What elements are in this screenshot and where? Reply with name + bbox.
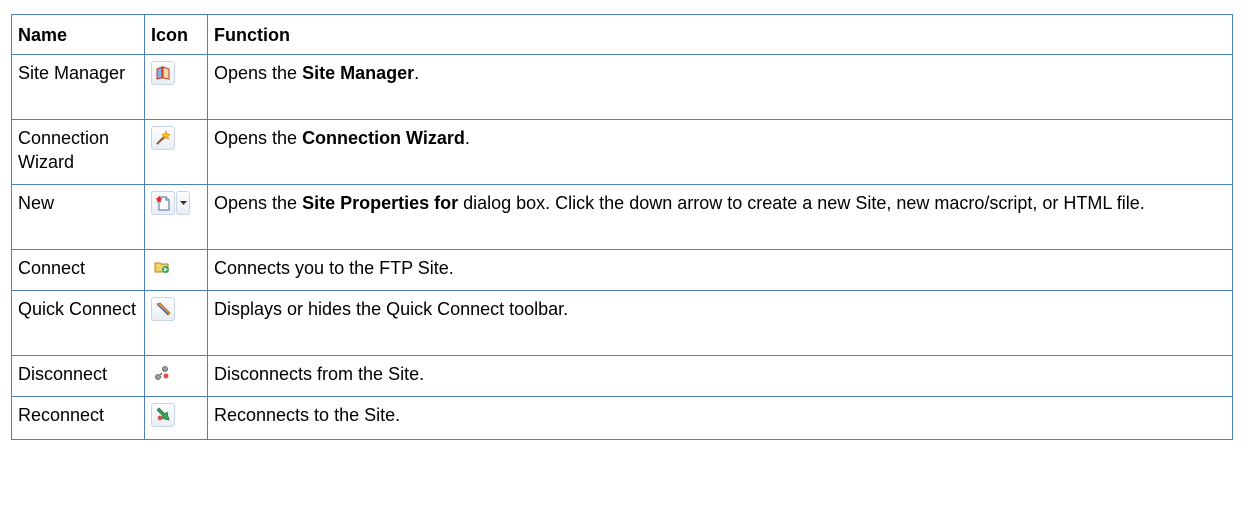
reconnect-icon [151, 403, 175, 427]
row-name: Connection Wizard [11, 119, 145, 185]
header-name: Name [11, 14, 145, 55]
row-icon-cell [144, 184, 208, 250]
table-row: New Opens the Site Properties for dialog… [11, 184, 1233, 250]
row-function: Opens the Connection Wizard. [207, 119, 1233, 185]
function-bold-text: Site Manager [302, 63, 415, 83]
row-function: Displays or hides the Quick Connect tool… [207, 290, 1233, 356]
disconnect-icon [151, 362, 173, 384]
row-function: Opens the Site Properties for dialog box… [207, 184, 1233, 250]
row-name: Reconnect [11, 396, 145, 440]
row-icon-cell [144, 396, 208, 440]
row-function: Disconnects from the Site. [207, 355, 1233, 397]
connect-folder-icon [151, 256, 173, 278]
chevron-down-icon [176, 191, 190, 215]
function-text: Connects you to the FTP Site. [214, 258, 454, 278]
function-text-end: . [464, 128, 470, 148]
header-icon: Icon [144, 14, 208, 55]
row-name: Site Manager [11, 54, 145, 120]
row-icon-cell [144, 119, 208, 185]
function-text-end: dialog box. Click the down arrow to crea… [458, 193, 1145, 213]
header-function: Function [207, 14, 1233, 55]
table-header-row: Name Icon Function [11, 14, 1233, 55]
row-name: New [11, 184, 145, 250]
row-name: Disconnect [11, 355, 145, 397]
function-text: Opens the [214, 128, 303, 148]
quick-connect-icon [151, 297, 175, 321]
function-text: Reconnects to the Site. [214, 405, 401, 425]
function-text: Disconnects from the Site. [214, 364, 425, 384]
function-text-end: . [414, 63, 420, 83]
row-function: Reconnects to the Site. [207, 396, 1233, 440]
table-row: Quick Connect Displays or hides the Quic… [11, 290, 1233, 356]
function-bold-text: Connection Wizard [302, 128, 465, 148]
new-split-button [151, 191, 190, 215]
function-text: Opens the [214, 63, 303, 83]
row-name: Quick Connect [11, 290, 145, 356]
row-icon-cell [144, 54, 208, 120]
function-text: Opens the [214, 193, 303, 213]
row-icon-cell [144, 290, 208, 356]
function-bold-text: Site Properties for [302, 193, 459, 213]
connection-wizard-icon [151, 126, 175, 150]
row-icon-cell [144, 249, 208, 291]
table-row: Disconnect Disconnects from the Site. [11, 355, 1233, 397]
table-row: Site Manager Opens the Site Manager. [11, 54, 1233, 120]
row-function: Opens the Site Manager. [207, 54, 1233, 120]
site-manager-icon [151, 61, 175, 85]
row-name: Connect [11, 249, 145, 291]
table-row: Connect Connects you to the FTP Site. [11, 249, 1233, 291]
row-function: Connects you to the FTP Site. [207, 249, 1233, 291]
row-icon-cell [144, 355, 208, 397]
table-row: Reconnect Reconnects to the Site. [11, 396, 1233, 440]
new-document-icon [151, 191, 175, 215]
table-row: Connection Wizard Opens the Connection W… [11, 119, 1233, 185]
function-text: Displays or hides the Quick Connect tool… [214, 299, 569, 319]
toolbar-buttons-table: Name Icon Function Site Manager Opens th… [11, 14, 1233, 440]
